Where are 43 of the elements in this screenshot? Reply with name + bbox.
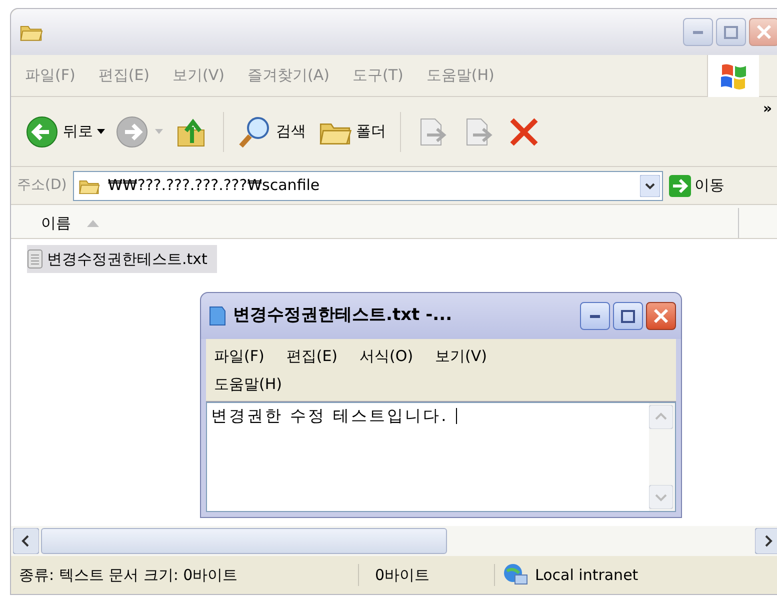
- menu-item[interactable]: 편집(E): [286, 342, 338, 370]
- text-file-icon: [27, 249, 43, 269]
- notepad-icon: [207, 305, 227, 327]
- menu-item[interactable]: 보기(V): [435, 342, 488, 370]
- search-button[interactable]: 검색: [223, 112, 312, 152]
- folders-button[interactable]: 폴더: [312, 112, 392, 152]
- back-button[interactable]: 뒤로: [21, 112, 109, 152]
- close-icon: [756, 24, 772, 40]
- status-text: 종류: 텍스트 문서 크기: 0바이트: [11, 564, 359, 586]
- go-button[interactable]: 이동: [668, 174, 725, 197]
- sort-arrow-icon: [87, 220, 99, 226]
- maximize-icon: [724, 26, 738, 38]
- window-title: 변경수정권한테스트.txt -...: [233, 304, 452, 328]
- file-item[interactable]: 변경수정권한테스트.txt: [27, 245, 218, 273]
- document-text: 변경권한 수정 테스트입니다.: [211, 405, 448, 427]
- toolbar-overflow[interactable]: »: [763, 99, 772, 120]
- maximize-icon: [621, 310, 635, 322]
- horizontal-scrollbar[interactable]: [11, 526, 777, 556]
- zone-text: Local intranet: [535, 564, 638, 586]
- dropdown-caret-icon: [155, 129, 163, 134]
- dropdown-caret-icon: [97, 129, 105, 134]
- minimize-icon: [693, 30, 703, 34]
- minimize-icon: [590, 314, 600, 318]
- magnifier-icon: [238, 114, 272, 148]
- menu-item[interactable]: 서식(O): [360, 342, 414, 370]
- address-field[interactable]: ₩₩???.???.???.???₩scanfile: [72, 170, 663, 200]
- minimize-button[interactable]: [580, 302, 610, 330]
- menu-item[interactable]: 도움말(H): [214, 370, 282, 398]
- vertical-scrollbar[interactable]: [649, 403, 675, 511]
- close-icon: [653, 308, 669, 324]
- scroll-right-icon: [755, 528, 777, 554]
- scroll-left-icon: [13, 528, 39, 554]
- scroll-down-icon: [649, 485, 673, 509]
- address-label: 주소(D): [17, 176, 67, 195]
- status-text: 0바이트: [359, 564, 495, 586]
- dropdown-arrow-icon: [640, 174, 660, 196]
- text-cursor: [456, 408, 458, 424]
- scroll-thumb[interactable]: [41, 528, 447, 554]
- scroll-up-icon: [649, 405, 673, 429]
- close-button[interactable]: [646, 302, 676, 330]
- maximize-button[interactable]: [613, 302, 643, 330]
- globe-computer-icon: [503, 563, 529, 587]
- menu-item[interactable]: 파일(F): [214, 342, 264, 370]
